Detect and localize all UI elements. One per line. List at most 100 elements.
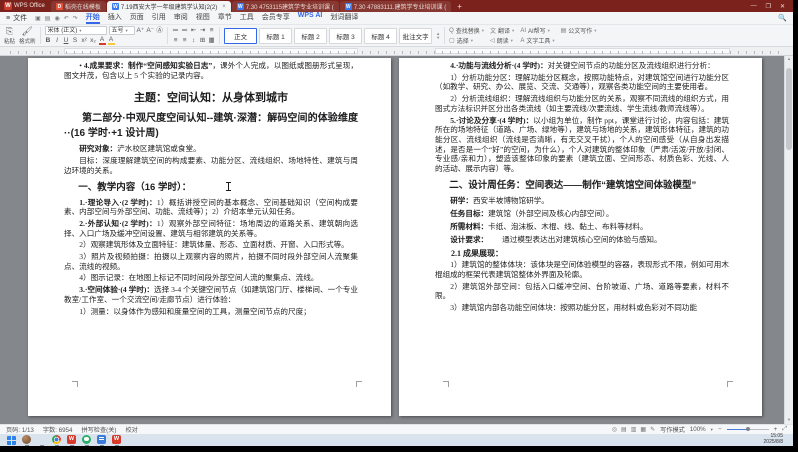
- align-left-icon[interactable]: ≡: [208, 27, 215, 35]
- bold-icon[interactable]: B: [45, 37, 52, 45]
- read-mode-icon[interactable]: ▦: [640, 426, 646, 433]
- fullscreen-icon[interactable]: ⤢: [782, 426, 787, 433]
- ribbon-tool-ai-write[interactable]: AIAI帮写▾: [520, 26, 554, 35]
- proofread-button[interactable]: 校对: [126, 425, 138, 434]
- shrink-font-icon[interactable]: A⁻: [146, 27, 154, 35]
- font-name-select[interactable]: 宋体 (正文)▾: [45, 26, 107, 35]
- highlight-icon[interactable]: A: [108, 37, 115, 45]
- page-text-area[interactable]: 4.·功能与流线分析·(4 学时)：对关键空间节点的功能分区及流线组织进行分析：…: [435, 61, 729, 416]
- spellcheck-status[interactable]: 拼写检查(关): [81, 425, 116, 434]
- bullets-icon[interactable]: ≔: [172, 27, 179, 35]
- horizontal-ruler[interactable]: [0, 47, 793, 56]
- pen-mode-icon[interactable]: ✎: [650, 426, 655, 433]
- subscript-icon[interactable]: x₂: [90, 37, 97, 45]
- document-tab[interactable]: W7.19西安大学一年级建筑学认知(2(2)×: [107, 1, 231, 12]
- paste-button[interactable]: ⎘ 粘贴: [4, 27, 15, 45]
- document-tab[interactable]: W7.30 47883111.建筑学专业培训课 (: [340, 1, 451, 12]
- ribbon-tool-text-tools[interactable]: A文字工具▾: [520, 36, 554, 45]
- zoom-slider-knob[interactable]: [746, 427, 750, 431]
- style-preset[interactable]: 标题 2: [294, 28, 327, 44]
- document-tab[interactable]: D稻壳在线模板: [51, 1, 106, 12]
- undo-icon[interactable]: ↶: [64, 15, 69, 22]
- writing-mode-button[interactable]: 写作模式: [660, 425, 685, 434]
- shading-icon[interactable]: ▦: [208, 37, 215, 45]
- zoom-slider[interactable]: [727, 429, 769, 430]
- scrollbar-thumb[interactable]: [786, 68, 792, 150]
- file-menu[interactable]: ≡ 文件: [6, 13, 27, 23]
- preview-icon[interactable]: ◉: [54, 15, 59, 22]
- taskbar-app-start[interactable]: [7, 436, 16, 445]
- grow-font-icon[interactable]: A⁺: [137, 27, 145, 35]
- taskbar-app-file-explorer[interactable]: [37, 435, 46, 446]
- style-preset[interactable]: 批注文字: [399, 28, 432, 44]
- clear-format-icon[interactable]: Ⓐ: [156, 27, 163, 35]
- zoom-value[interactable]: 100%: [690, 426, 706, 433]
- menu-item-开始[interactable]: 开始: [86, 12, 100, 24]
- maximize-button[interactable]: ❐: [766, 3, 771, 10]
- zoom-in-button[interactable]: +: [774, 426, 778, 433]
- font-size-select[interactable]: 五号▾: [109, 26, 135, 35]
- menu-item-插入[interactable]: 插入: [108, 12, 122, 24]
- menu-item-视图[interactable]: 视图: [196, 12, 210, 24]
- align-right-icon[interactable]: ≡: [181, 37, 188, 45]
- zoom-out-button[interactable]: −: [718, 426, 722, 433]
- paste-icon: ⎘: [6, 27, 13, 36]
- menu-item-页面[interactable]: 页面: [130, 12, 144, 24]
- ribbon-tool-translate[interactable]: 文翻译▾: [490, 26, 514, 35]
- menu-item-划词翻译[interactable]: 划词翻译: [330, 12, 358, 24]
- taskbar-app-wps-2[interactable]: W: [112, 435, 121, 446]
- word-count[interactable]: 字数: 6954: [43, 425, 73, 434]
- taskbar-app-wechat[interactable]: [82, 435, 91, 446]
- superscript-icon[interactable]: x²: [81, 37, 88, 45]
- font-color-icon[interactable]: A: [99, 37, 106, 45]
- italic-icon[interactable]: I: [54, 37, 61, 45]
- new-tab-button[interactable]: +: [451, 1, 468, 12]
- taskbar-app-chrome[interactable]: [52, 435, 61, 446]
- print-icon[interactable]: ▤: [45, 15, 51, 22]
- ribbon-tool-find-replace[interactable]: Q查找替换▾: [449, 26, 484, 35]
- ribbon-tool-read-aloud[interactable]: ◁朗读▾: [490, 36, 514, 45]
- format-painter-button[interactable]: 🖌 格式刷: [19, 27, 36, 45]
- menu-item-会员专享[interactable]: 会员专享: [262, 12, 290, 24]
- zoom-dropdown-icon[interactable]: ▾: [711, 427, 713, 433]
- menu-item-工具[interactable]: 工具: [240, 12, 254, 24]
- indent-icon[interactable]: ⇥: [199, 27, 206, 35]
- underline-icon[interactable]: U: [63, 37, 70, 45]
- taskbar-app-wps[interactable]: W: [67, 435, 76, 446]
- minimize-button[interactable]: —: [751, 3, 757, 9]
- taskbar-app-avatar[interactable]: [22, 435, 31, 446]
- style-gallery-scroll[interactable]: ▲▼: [436, 32, 440, 40]
- eye-protection-icon[interactable]: ◎: [612, 426, 617, 433]
- menu-item-审阅[interactable]: 审阅: [174, 12, 188, 24]
- menu-item-引用[interactable]: 引用: [152, 12, 166, 24]
- borders-icon[interactable]: ⊞: [199, 37, 206, 45]
- ribbon-tool-official-doc[interactable]: ▤公文写作▾: [561, 26, 597, 35]
- scroll-down-icon[interactable]: ▼: [787, 417, 791, 423]
- ribbon-tool-select[interactable]: ▢选择▾: [449, 36, 484, 45]
- outline-view-icon[interactable]: ▥: [631, 426, 637, 433]
- redo-icon[interactable]: ↷: [73, 15, 78, 22]
- taskbar-app-docs[interactable]: [97, 435, 106, 446]
- menu-item-WPS-AI[interactable]: WPS AI: [298, 12, 323, 24]
- style-preset[interactable]: 标题 3: [329, 28, 362, 44]
- document-tab[interactable]: W7.30 4753115建筑学专业培训课 (: [232, 1, 339, 12]
- style-preset[interactable]: 标题 4: [364, 28, 397, 44]
- close-button[interactable]: ✕: [780, 3, 785, 10]
- numbering-icon[interactable]: ≕: [181, 27, 188, 35]
- page-text-area[interactable]: • 4.成果要求：制作“空间感知实验日志”，课外个人完成，以图纸或图册形式呈现，…: [64, 61, 358, 416]
- system-tray-clock[interactable]: 15:05 2025/8/8: [764, 434, 786, 445]
- align-center-icon[interactable]: ≡: [172, 37, 179, 45]
- style-preset[interactable]: 标题 1: [259, 28, 292, 44]
- line-spacing-icon[interactable]: ↕: [190, 37, 197, 45]
- save-icon[interactable]: ▣: [35, 15, 41, 22]
- scroll-up-icon[interactable]: ▲: [787, 56, 791, 62]
- page-view-icon[interactable]: ▤: [621, 426, 627, 433]
- style-preset[interactable]: 正文: [224, 28, 257, 44]
- search-icon[interactable]: 🔍: [778, 14, 787, 22]
- wps-logo[interactable]: W WPS Office: [0, 0, 51, 12]
- outdent-icon[interactable]: ⇤: [190, 27, 197, 35]
- strikethrough-icon[interactable]: S: [72, 37, 79, 45]
- vertical-scrollbar[interactable]: ▲ ▼: [784, 56, 793, 424]
- menu-item-章节[interactable]: 章节: [218, 12, 232, 24]
- tab-close-icon[interactable]: ×: [222, 4, 226, 10]
